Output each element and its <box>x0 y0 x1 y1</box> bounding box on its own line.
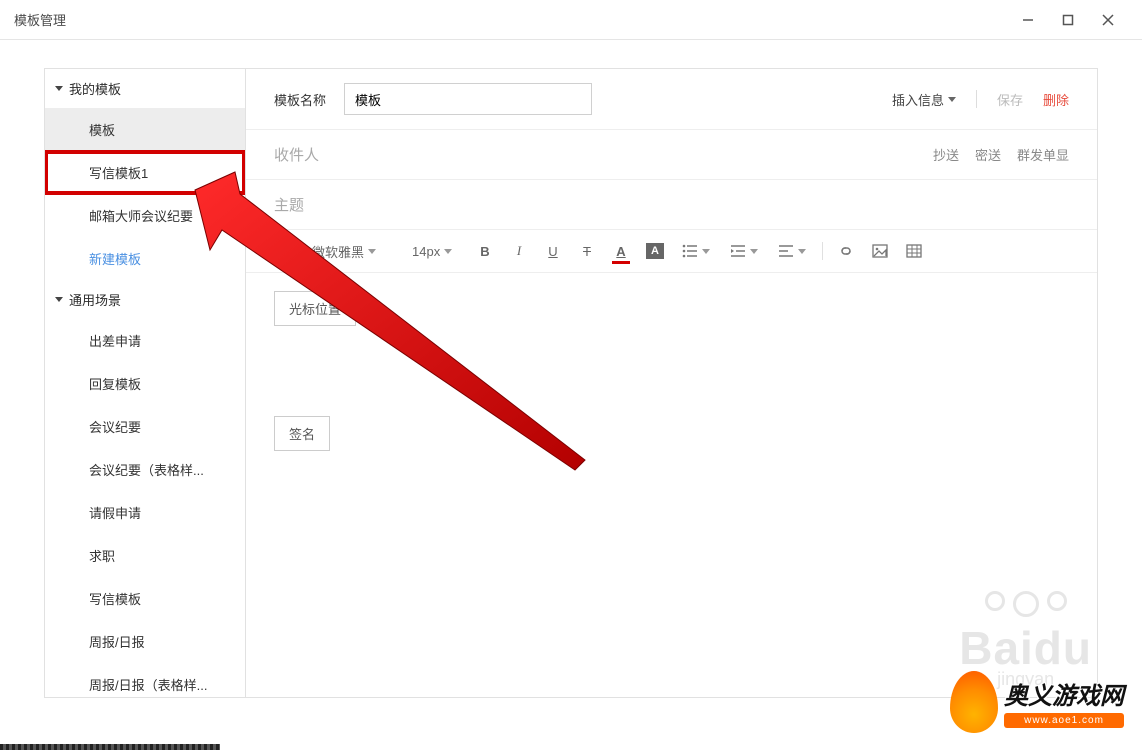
content-panel: 模板名称 插入信息 保存 删除 收件人 抄送 密送 群发单显 主题 <box>246 68 1098 698</box>
sidebar-item-meeting-notes[interactable]: 邮箱大师会议纪要 <box>45 194 245 237</box>
background-color-icon[interactable]: A <box>644 240 666 262</box>
italic-icon[interactable]: I <box>508 240 530 262</box>
main-area: 我的模板 模板 写信模板1 邮箱大师会议纪要 新建模板 通用场景 出差申请 回复… <box>0 40 1142 750</box>
subject-label: 主题 <box>274 194 304 215</box>
font-family-select[interactable]: 微软雅黑 <box>308 242 396 261</box>
save-button[interactable]: 保存 <box>997 90 1023 109</box>
indent-dropdown[interactable] <box>726 244 762 258</box>
sidebar-category-label: 通用场景 <box>69 290 121 309</box>
recipient-row[interactable]: 收件人 抄送 密送 群发单显 <box>246 130 1097 180</box>
chevron-down-icon <box>55 297 63 302</box>
sidebar-item-leave-request[interactable]: 请假申请 <box>45 491 245 534</box>
editor-toolbar: 微软雅黑 14px B I U T A A <box>246 230 1097 273</box>
indent-icon <box>730 244 746 258</box>
sidebar-category-my-templates[interactable]: 我的模板 <box>45 69 245 108</box>
bottom-stripe <box>0 744 220 750</box>
table-icon[interactable] <box>903 240 925 262</box>
bold-icon[interactable]: B <box>474 240 496 262</box>
font-family-value: 微软雅黑 <box>312 242 364 261</box>
sidebar-item-letter-template[interactable]: 写信模板 <box>45 577 245 620</box>
chevron-down-icon <box>444 249 452 254</box>
template-name-input[interactable] <box>344 83 592 115</box>
sidebar-item-reply-template[interactable]: 回复模板 <box>45 362 245 405</box>
bcc-button[interactable]: 密送 <box>975 145 1001 164</box>
recipient-label: 收件人 <box>274 144 319 165</box>
template-name-label: 模板名称 <box>274 90 326 109</box>
window-controls <box>1008 0 1128 40</box>
sidebar: 我的模板 模板 写信模板1 邮箱大师会议纪要 新建模板 通用场景 出差申请 回复… <box>44 68 246 698</box>
image-icon[interactable] <box>869 240 891 262</box>
delete-button[interactable]: 删除 <box>1043 90 1069 109</box>
underline-icon[interactable]: U <box>542 240 564 262</box>
link-icon[interactable] <box>835 240 857 262</box>
sidebar-item-weekly-daily-report[interactable]: 周报/日报 <box>45 620 245 663</box>
text-color-icon[interactable]: A <box>610 240 632 262</box>
font-size-select[interactable]: 14px <box>408 244 462 259</box>
format-painter-icon[interactable] <box>274 240 296 262</box>
separator <box>822 242 823 260</box>
sidebar-item-weekly-daily-report-table[interactable]: 周报/日报（表格样... <box>45 663 245 698</box>
sidebar-item-meeting-minutes-table[interactable]: 会议纪要（表格样... <box>45 448 245 491</box>
content-topbar: 模板名称 插入信息 保存 删除 <box>246 69 1097 130</box>
list-dropdown[interactable] <box>678 244 714 258</box>
chevron-down-icon <box>798 249 806 254</box>
titlebar: 模板管理 <box>0 0 1142 40</box>
sidebar-item-job-search[interactable]: 求职 <box>45 534 245 577</box>
separator <box>976 90 977 108</box>
cursor-position-button[interactable]: 光标位置 <box>274 291 356 326</box>
chevron-down-icon <box>750 249 758 254</box>
font-size-value: 14px <box>412 244 440 259</box>
editor-body[interactable]: 光标位置 签名 <box>246 273 1097 469</box>
chevron-down-icon <box>702 249 710 254</box>
maximize-button[interactable] <box>1048 0 1088 40</box>
insert-info-dropdown[interactable]: 插入信息 <box>892 90 956 109</box>
sidebar-item-business-trip[interactable]: 出差申请 <box>45 319 245 362</box>
strikethrough-icon[interactable]: T <box>576 240 598 262</box>
mass-send-button[interactable]: 群发单显 <box>1017 145 1069 164</box>
sidebar-item-template[interactable]: 模板 <box>45 108 245 151</box>
sidebar-item-letter-template-1[interactable]: 写信模板1 <box>45 151 245 194</box>
align-dropdown[interactable] <box>774 244 810 258</box>
minimize-button[interactable] <box>1008 0 1048 40</box>
sidebar-item-meeting-minutes[interactable]: 会议纪要 <box>45 405 245 448</box>
chevron-down-icon <box>368 249 376 254</box>
chevron-down-icon <box>948 97 956 102</box>
sidebar-category-label: 我的模板 <box>69 79 121 98</box>
sidebar-item-new-template[interactable]: 新建模板 <box>45 237 245 280</box>
cc-button[interactable]: 抄送 <box>933 145 959 164</box>
list-icon <box>682 244 698 258</box>
subject-row[interactable]: 主题 <box>246 180 1097 230</box>
align-icon <box>778 244 794 258</box>
sidebar-category-common-scenes[interactable]: 通用场景 <box>45 280 245 319</box>
window-title: 模板管理 <box>14 10 66 29</box>
recipient-actions: 抄送 密送 群发单显 <box>933 145 1069 164</box>
chevron-down-icon <box>55 86 63 91</box>
signature-button[interactable]: 签名 <box>274 416 330 451</box>
close-button[interactable] <box>1088 0 1128 40</box>
insert-info-label: 插入信息 <box>892 90 944 109</box>
